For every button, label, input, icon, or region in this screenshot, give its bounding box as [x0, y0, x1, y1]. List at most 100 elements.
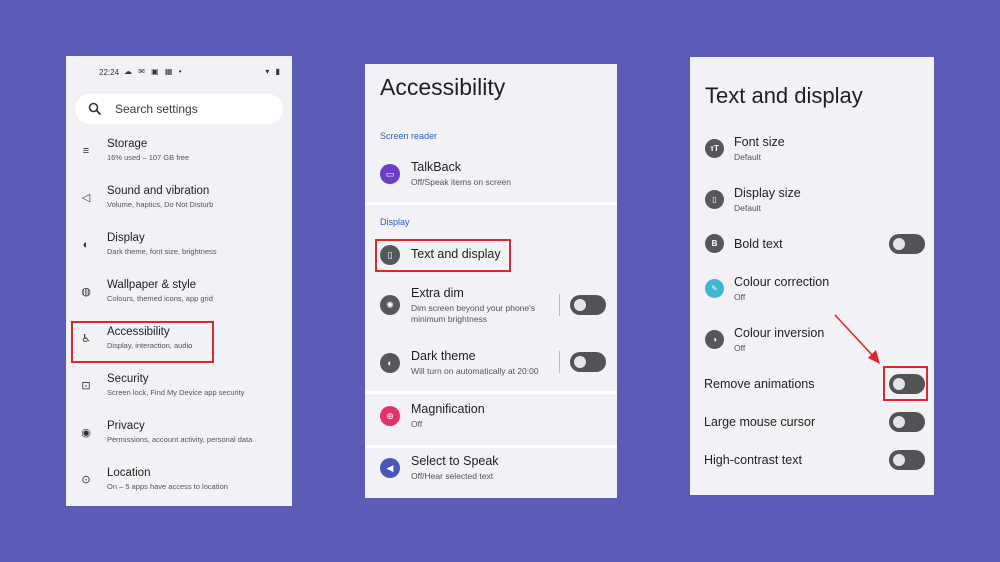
select-to-speak-title: Select to Speak [411, 454, 499, 468]
eye-icon: ◉ [81, 427, 91, 439]
dark-theme-item[interactable]: ◐ Dark theme Will turn on automatically … [365, 349, 617, 389]
settings-item-title: Storage [107, 138, 148, 150]
colour-correction-item[interactable]: ✎ Colour correction Off [690, 275, 934, 311]
font-size-icon: ᴛT [705, 139, 724, 158]
brightness-icon: ◐ [82, 239, 90, 251]
settings-item-subtitle: Screen lock, Find My Device app security [107, 388, 245, 397]
settings-item-subtitle: On – 5 apps have access to location [107, 482, 228, 491]
text-display-highlight-box [375, 239, 511, 272]
magnification-item[interactable]: ⊕ Magnification Off [365, 401, 617, 441]
colour-correction-icon: ✎ [705, 279, 724, 298]
display-size-icon: ▯ [705, 190, 724, 209]
dark-theme-subtitle: Will turn on automatically at 20:00 [411, 366, 539, 376]
select-to-speak-icon: ◀ [380, 458, 400, 478]
extra-dim-subtitle-1: Dim screen beyond your phone's [411, 303, 535, 313]
magnification-icon: ⊕ [380, 406, 400, 426]
magnification-subtitle: Off [411, 419, 423, 429]
search-placeholder: Search settings [115, 102, 198, 116]
section-display: Display [380, 217, 410, 227]
colour-inversion-subtitle: Off [734, 343, 746, 353]
search-settings-bar[interactable]: Search settings [75, 94, 283, 124]
status-time: 22:24 [99, 68, 120, 77]
display-size-item[interactable]: ▯ Display size Default [690, 186, 934, 222]
bold-text-title: Bold text [734, 237, 783, 251]
toggle-knob [893, 454, 905, 466]
remove-animations-title: Remove animations [704, 377, 815, 391]
font-size-item[interactable]: ᴛT Font size Default [690, 135, 934, 171]
settings-item-storage[interactable]: ≡ Storage 16% used – 107 GB free [66, 138, 292, 182]
bold-icon: B [705, 234, 724, 253]
accessibility-panel: Accessibility Screen reader ▭ TalkBack O… [365, 64, 617, 498]
high-contrast-text-title: High-contrast text [704, 453, 802, 467]
toggle-knob [574, 356, 586, 368]
red-arrow-annotation [834, 314, 880, 364]
font-size-subtitle: Default [734, 152, 761, 162]
select-to-speak-item[interactable]: ◀ Select to Speak Off/Hear selected text [365, 453, 617, 493]
toggle-divider [559, 351, 560, 373]
talkback-icon: ▭ [380, 164, 400, 184]
search-icon [88, 102, 102, 116]
status-notification-icons: ☁ ✉ ▣ ▦ • [124, 67, 184, 76]
section-divider [365, 202, 617, 205]
settings-item-title: Location [107, 467, 151, 479]
palette-icon: ◍ [81, 286, 91, 298]
settings-item-subtitle: Permissions, account activity, personal … [107, 435, 253, 444]
settings-item-security[interactable]: ⊡ Security Screen lock, Find My Device a… [66, 373, 292, 417]
large-mouse-cursor-toggle[interactable] [889, 412, 925, 432]
page-title: Text and display [705, 83, 863, 108]
magnification-title: Magnification [411, 402, 485, 416]
settings-item-subtitle: 16% used – 107 GB free [107, 153, 190, 162]
speaker-icon: ◁ [81, 192, 91, 204]
font-size-title: Font size [734, 135, 785, 149]
dark-theme-icon: ◐ [380, 353, 400, 373]
settings-item-title: Privacy [107, 420, 145, 432]
extra-dim-subtitle-2: minimum brightness [411, 314, 488, 324]
status-bar: 22:24 ☁ ✉ ▣ ▦ • ▾ ▮ [66, 56, 292, 90]
settings-item-subtitle: Dark theme, font size, brightness [107, 247, 217, 256]
settings-item-title: Wallpaper & style [107, 279, 197, 291]
large-mouse-cursor-title: Large mouse cursor [704, 415, 816, 429]
location-pin-icon: ⊙ [81, 474, 91, 486]
high-contrast-text-toggle[interactable] [889, 450, 925, 470]
high-contrast-text-item[interactable]: High-contrast text [690, 449, 934, 473]
display-size-title: Display size [734, 186, 801, 200]
settings-item-subtitle: Colours, themed icons, app grid [107, 294, 213, 303]
settings-item-title: Display [107, 232, 145, 244]
section-screen-reader: Screen reader [380, 131, 438, 141]
talkback-subtitle: Off/Speak items on screen [411, 177, 512, 187]
status-system-icons: ▾ ▮ [265, 67, 282, 76]
text-and-display-panel: Text and display ᴛT Font size Default ▯ … [690, 57, 934, 495]
talkback-item[interactable]: ▭ TalkBack Off/Speak items on screen [365, 156, 617, 196]
colour-inversion-title: Colour inversion [734, 326, 825, 340]
dark-theme-toggle[interactable] [570, 352, 606, 372]
toggle-knob [574, 299, 586, 311]
toggle-knob [893, 416, 905, 428]
extra-dim-icon: ✺ [380, 295, 400, 315]
lock-icon: ⊡ [81, 380, 91, 392]
section-divider [365, 391, 617, 394]
settings-item-sound[interactable]: ◁ Sound and vibration Volume, haptics, D… [66, 185, 292, 229]
colour-inversion-item[interactable]: ◑ Colour inversion Off [690, 326, 934, 362]
colour-inversion-icon: ◑ [705, 330, 724, 349]
settings-item-privacy[interactable]: ◉ Privacy Permissions, account activity,… [66, 420, 292, 464]
extra-dim-title: Extra dim [411, 286, 464, 300]
section-divider [365, 445, 617, 448]
storage-icon: ≡ [82, 145, 90, 157]
settings-item-display[interactable]: ◐ Display Dark theme, font size, brightn… [66, 232, 292, 276]
settings-item-subtitle: Volume, haptics, Do Not Disturb [107, 200, 214, 209]
extra-dim-item[interactable]: ✺ Extra dim Dim screen beyond your phone… [365, 286, 617, 326]
bold-text-item[interactable]: B Bold text [690, 233, 934, 257]
large-mouse-cursor-item[interactable]: Large mouse cursor [690, 411, 934, 435]
settings-item-title: Security [107, 373, 149, 385]
colour-correction-title: Colour correction [734, 275, 830, 289]
toggle-knob [893, 238, 905, 250]
bold-text-toggle[interactable] [889, 234, 925, 254]
settings-item-wallpaper[interactable]: ◍ Wallpaper & style Colours, themed icon… [66, 279, 292, 323]
toggle-divider [559, 294, 560, 316]
display-size-subtitle: Default [734, 203, 761, 213]
accessibility-highlight-box [71, 321, 214, 363]
settings-item-location[interactable]: ⊙ Location On – 5 apps have access to lo… [66, 467, 292, 506]
colour-correction-subtitle: Off [734, 292, 746, 302]
extra-dim-toggle[interactable] [570, 295, 606, 315]
settings-panel: 22:24 ☁ ✉ ▣ ▦ • ▾ ▮ Search settings ≡ St… [66, 56, 292, 506]
